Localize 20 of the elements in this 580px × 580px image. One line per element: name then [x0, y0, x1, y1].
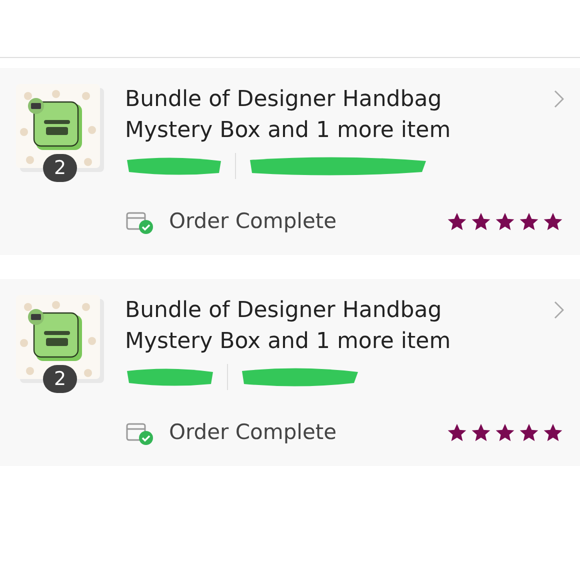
chevron-right-icon	[554, 90, 564, 108]
order-status: Order Complete	[169, 419, 338, 446]
star-icon	[470, 210, 492, 233]
order-card[interactable]: 2 Bundle of Designer Handbag Mystery Box and 1 more item Order Complete	[0, 68, 580, 255]
item-count-badge: 2	[43, 154, 77, 182]
order-title: Bundle of Designer Handbag Mystery Box and 1 more item	[125, 86, 452, 145]
star-icon	[542, 210, 564, 233]
chevron-right-icon	[554, 301, 564, 319]
item-count-badge: 2	[43, 365, 77, 393]
order-status: Order Complete	[169, 208, 338, 235]
star-icon	[518, 422, 540, 444]
star-icon	[494, 422, 516, 444]
star-icon	[494, 210, 516, 233]
star-icon	[542, 422, 564, 444]
star-icon	[446, 422, 468, 444]
star-icon	[446, 210, 468, 233]
star-icon	[470, 422, 492, 444]
star-icon	[518, 210, 540, 233]
order-card[interactable]: 2 Bundle of Designer Handbag Mystery Box and 1 more item Order Complete	[0, 279, 580, 466]
order-title: Bundle of Designer Handbag Mystery Box and 1 more item	[125, 297, 452, 356]
